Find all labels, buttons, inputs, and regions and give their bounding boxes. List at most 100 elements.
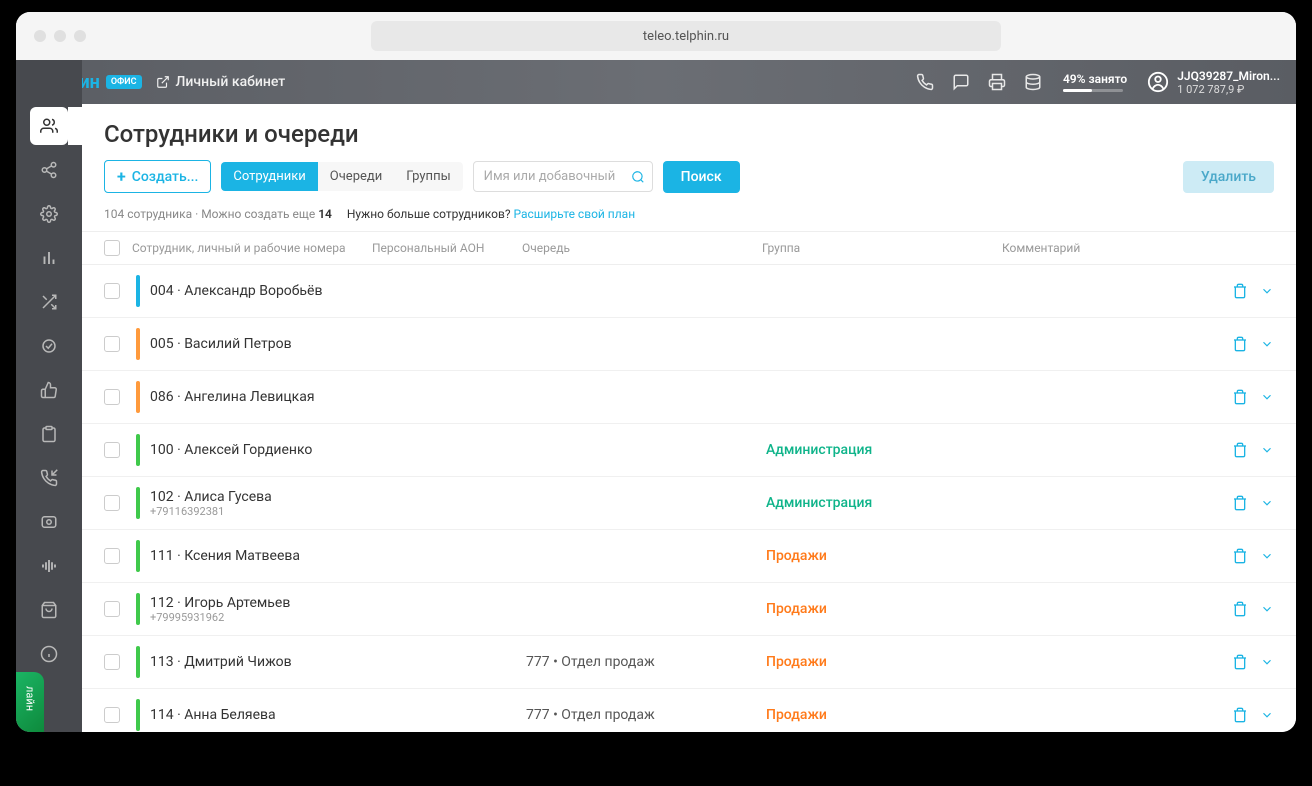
- traffic-close[interactable]: [34, 30, 46, 42]
- trash-icon[interactable]: [1232, 654, 1248, 670]
- database-icon[interactable]: [1015, 64, 1051, 100]
- sidebar-item-target[interactable]: [30, 327, 68, 365]
- table-row[interactable]: 113 · Дмитрий Чижов777 • Отдел продажПро…: [82, 636, 1296, 689]
- toolbar: + Создать... Сотрудники Очереди Группы П…: [82, 160, 1296, 207]
- print-icon[interactable]: [979, 64, 1015, 100]
- tab-queues[interactable]: Очереди: [318, 162, 394, 191]
- chevron-down-icon[interactable]: [1260, 443, 1274, 457]
- tab-groups[interactable]: Группы: [394, 162, 462, 191]
- search-button[interactable]: Поиск: [663, 161, 740, 193]
- trash-icon[interactable]: [1232, 389, 1248, 405]
- chevron-down-icon[interactable]: [1260, 708, 1274, 722]
- sidebar-item-settings[interactable]: [30, 195, 68, 233]
- usage-status: 49% занято: [1063, 72, 1127, 92]
- account-widget[interactable]: JJQ39287_Miron... 1 072 787,9 ₽: [1147, 69, 1280, 96]
- chevron-down-icon[interactable]: [1260, 655, 1274, 669]
- delete-button[interactable]: Удалить: [1183, 161, 1274, 193]
- sidebar-item-audio[interactable]: [30, 547, 68, 585]
- row-phone: +79116392381: [150, 505, 376, 518]
- bar-chart-icon: [40, 249, 58, 267]
- sidebar-item-reports[interactable]: [30, 239, 68, 277]
- audio-wave-icon: [40, 557, 58, 575]
- page-title: Сотрудники и очереди: [82, 104, 1296, 160]
- header-checkbox[interactable]: [104, 240, 120, 256]
- expand-plan-link[interactable]: Расширьте свой план: [513, 207, 635, 221]
- table-row[interactable]: 004 · Александр Воробьёв: [82, 265, 1296, 318]
- row-checkbox[interactable]: [104, 336, 120, 352]
- row-checkbox[interactable]: [104, 389, 120, 405]
- row-queue: 777 • Отдел продаж: [526, 707, 766, 723]
- chevron-down-icon[interactable]: [1260, 284, 1274, 298]
- search-input[interactable]: [473, 161, 653, 192]
- chevron-down-icon[interactable]: [1260, 390, 1274, 404]
- users-icon: [40, 117, 58, 135]
- table-row[interactable]: 114 · Анна Беляева777 • Отдел продажПрод…: [82, 689, 1296, 732]
- row-checkbox[interactable]: [104, 601, 120, 617]
- col-queue: Очередь: [522, 241, 762, 255]
- traffic-max[interactable]: [74, 30, 86, 42]
- trash-icon[interactable]: [1232, 442, 1248, 458]
- chevron-down-icon[interactable]: [1260, 602, 1274, 616]
- row-checkbox[interactable]: [104, 442, 120, 458]
- main-content: Сотрудники и очереди + Создать... Сотруд…: [82, 60, 1296, 732]
- call-icon[interactable]: [907, 64, 943, 100]
- meta-count: 104 сотрудника: [104, 207, 192, 221]
- traffic-min[interactable]: [54, 30, 66, 42]
- sidebar-item-records[interactable]: [30, 503, 68, 541]
- trash-icon[interactable]: [1232, 495, 1248, 511]
- url-bar[interactable]: teleo.telphin.ru: [371, 21, 1001, 51]
- table-header: Сотрудник, личный и рабочие номера Персо…: [82, 231, 1296, 265]
- chevron-down-icon[interactable]: [1260, 337, 1274, 351]
- thumbs-up-icon: [40, 381, 58, 399]
- usage-bar: [1063, 89, 1123, 92]
- create-label: Создать...: [132, 169, 199, 185]
- row-checkbox[interactable]: [104, 548, 120, 564]
- sidebar-item-clipboard[interactable]: [30, 415, 68, 453]
- external-link-icon: [156, 75, 170, 89]
- chevron-down-icon[interactable]: [1260, 496, 1274, 510]
- create-button[interactable]: + Создать...: [104, 160, 211, 193]
- table-row[interactable]: 111 · Ксения МатвееваПродажи: [82, 530, 1296, 583]
- sidebar-item-employees[interactable]: [30, 107, 68, 145]
- row-checkbox[interactable]: [104, 495, 120, 511]
- status-bar: [136, 646, 140, 678]
- tab-employees[interactable]: Сотрудники: [221, 162, 317, 191]
- online-tab[interactable]: лайн: [16, 672, 44, 732]
- row-checkbox[interactable]: [104, 283, 120, 299]
- sidebar-item-shuffle[interactable]: [30, 283, 68, 321]
- logo-badge: ОФИС: [106, 75, 142, 89]
- topbar: Телфин ОФИС Личный кабинет 49% занято JJ…: [16, 60, 1296, 104]
- status-bar: [136, 540, 140, 572]
- chat-icon[interactable]: [943, 64, 979, 100]
- table-row[interactable]: 100 · Алексей ГордиенкоАдминистрация: [82, 424, 1296, 477]
- table-row[interactable]: 005 · Василий Петров: [82, 318, 1296, 371]
- row-name: 102 · Алиса Гусева: [150, 489, 376, 505]
- account-balance: 1 072 787,9 ₽: [1177, 83, 1280, 96]
- sidebar-item-missed[interactable]: [30, 459, 68, 497]
- table-row[interactable]: 112 · Игорь Артемьев+79995931962Продажи: [82, 583, 1296, 636]
- col-group: Группа: [762, 241, 1002, 255]
- table-row[interactable]: 102 · Алиса Гусева+79116392381Администра…: [82, 477, 1296, 530]
- cabinet-link[interactable]: Личный кабинет: [156, 74, 286, 90]
- sidebar-item-info[interactable]: [30, 635, 68, 673]
- account-name: JJQ39287_Miron...: [1177, 69, 1280, 83]
- trash-icon[interactable]: [1232, 336, 1248, 352]
- row-checkbox[interactable]: [104, 654, 120, 670]
- row-checkbox[interactable]: [104, 707, 120, 723]
- target-icon: [40, 337, 58, 355]
- table-row[interactable]: 086 · Ангелина Левицкая: [82, 371, 1296, 424]
- row-name: 005 · Василий Петров: [150, 336, 376, 352]
- trash-icon[interactable]: [1232, 548, 1248, 564]
- row-name: 086 · Ангелина Левицкая: [150, 389, 376, 405]
- trash-icon[interactable]: [1232, 283, 1248, 299]
- trash-icon[interactable]: [1232, 601, 1248, 617]
- browser-chrome: teleo.telphin.ru: [16, 12, 1296, 60]
- row-name: 114 · Анна Беляева: [150, 707, 376, 723]
- tab-segment: Сотрудники Очереди Группы: [221, 162, 462, 191]
- sidebar-item-rating[interactable]: [30, 371, 68, 409]
- sidebar-item-archive[interactable]: [30, 591, 68, 629]
- trash-icon[interactable]: [1232, 707, 1248, 723]
- sidebar-item-topology[interactable]: [30, 151, 68, 189]
- chevron-down-icon[interactable]: [1260, 549, 1274, 563]
- row-name: 112 · Игорь Артемьев: [150, 595, 376, 611]
